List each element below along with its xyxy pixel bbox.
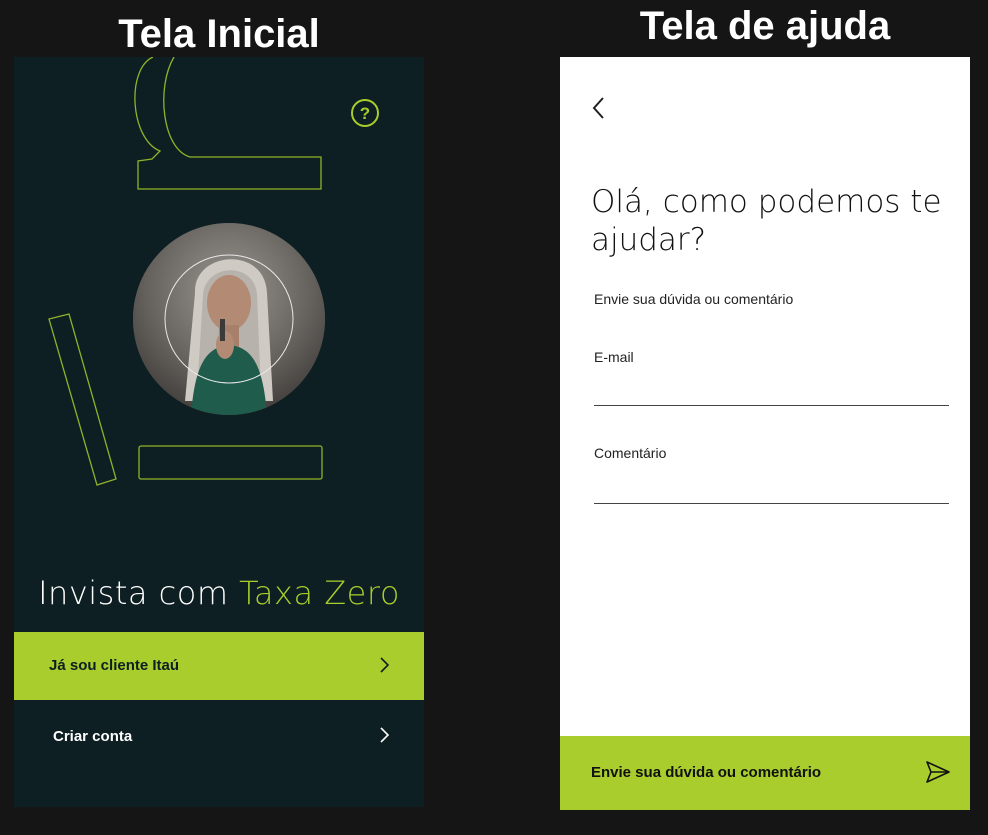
help-icon[interactable]: ? [351,99,379,127]
existing-client-label: Já sou cliente Itaú [49,657,180,674]
decorative-rectangle [138,445,323,480]
face-scan-circle [164,254,294,384]
decorative-slanted-bar [48,313,117,486]
chevron-right-icon [380,727,390,743]
home-screen-title: Tela Inicial [118,12,320,56]
back-arrow-icon[interactable] [590,95,610,121]
chevron-right-icon [380,657,390,673]
create-account-button[interactable]: Criar conta [14,700,424,772]
send-question-button[interactable]: Envie sua dúvida ou comentário [560,736,970,810]
email-label: E-mail [594,349,634,365]
help-heading: Olá, como podemos te ajudar? [591,184,942,258]
tagline-prefix: Invista com [38,574,229,612]
existing-client-button[interactable]: Já sou cliente Itaú [14,632,424,700]
home-screen: ? Invista com Taxa Zero Já sou cliente I… [14,57,424,807]
tagline-accent: Taxa Zero [239,574,400,612]
tagline: Invista com Taxa Zero [14,574,424,612]
send-question-label: Envie sua dúvida ou comentário [591,764,822,781]
help-subtitle: Envie sua dúvida ou comentário [594,291,794,307]
send-icon [926,761,950,783]
create-account-label: Criar conta [53,728,133,745]
help-screen-title: Tela de ajuda [639,4,891,48]
avatar [133,223,325,415]
email-field[interactable] [594,375,949,406]
comment-label: Comentário [594,445,667,461]
comment-field[interactable] [594,473,949,504]
help-screen: Olá, como podemos te ajudar? Envie sua d… [560,57,970,810]
